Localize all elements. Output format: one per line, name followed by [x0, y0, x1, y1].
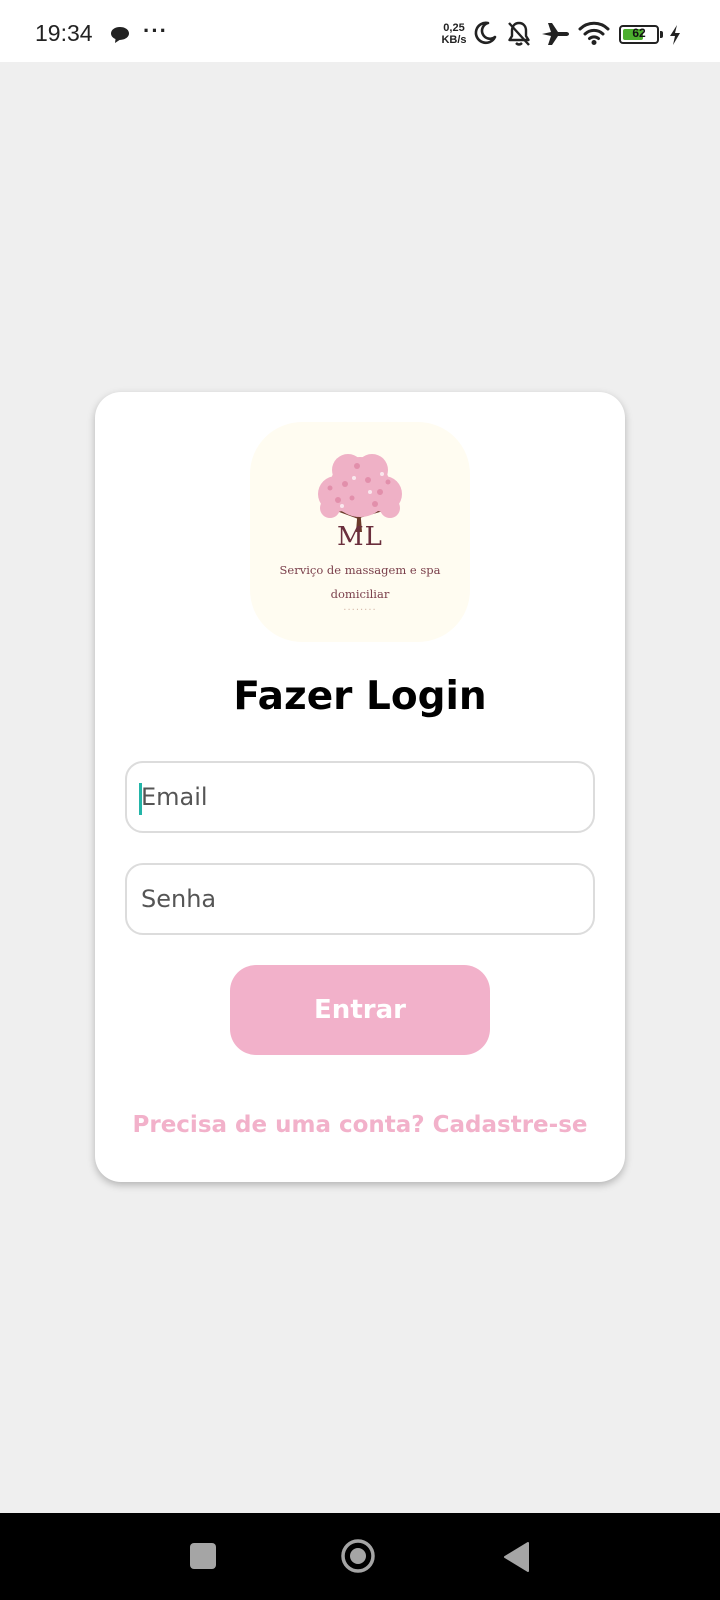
battery-level: 62	[632, 26, 646, 40]
password-field[interactable]	[125, 863, 595, 935]
page-title: Fazer Login	[233, 674, 487, 719]
network-speed-value: 0,25	[443, 22, 465, 34]
airplane-icon	[540, 20, 570, 52]
more-notifications-icon: ···	[143, 18, 168, 43]
text-cursor	[139, 783, 142, 815]
status-bar: 19:34 ··· 0,25 KB/s 62	[0, 0, 720, 62]
network-speed: 0,25 KB/s	[438, 22, 470, 46]
chat-bubble-icon	[110, 25, 130, 49]
email-field[interactable]	[125, 761, 595, 833]
battery-icon: 62	[619, 25, 659, 44]
navigation-bar	[0, 1513, 720, 1600]
network-speed-unit: KB/s	[441, 34, 467, 46]
battery-tip	[660, 31, 663, 38]
brand-logo: ML Serviço de massagem e spa domiciliar …	[250, 422, 470, 642]
wifi-icon	[578, 20, 610, 50]
status-time: 19:34	[35, 20, 93, 46]
bell-off-icon	[506, 20, 532, 52]
login-card: ML Serviço de massagem e spa domiciliar …	[95, 392, 625, 1182]
moon-icon	[472, 20, 498, 50]
login-button[interactable]: Entrar	[230, 965, 490, 1055]
logo-subtitle: Serviço de massagem e spa domiciliar	[279, 563, 441, 601]
logo-initials: ML	[337, 522, 383, 552]
back-icon[interactable]	[502, 1541, 530, 1577]
recents-icon[interactable]	[190, 1543, 216, 1569]
home-icon[interactable]	[340, 1538, 376, 1578]
charging-icon	[668, 24, 682, 50]
logo-dots: ........	[343, 602, 377, 613]
signup-link[interactable]: Precisa de uma conta? Cadastre-se	[95, 1112, 625, 1138]
